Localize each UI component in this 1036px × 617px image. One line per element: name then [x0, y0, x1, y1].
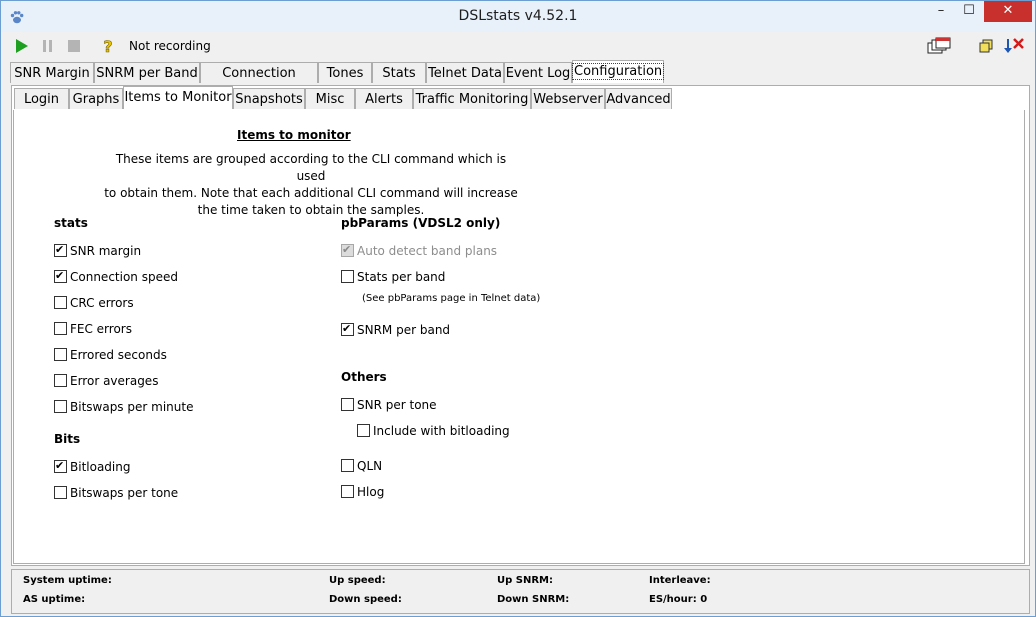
down-speed-label: Down speed: — [329, 594, 402, 605]
maximize-button[interactable]: ☐ — [955, 1, 983, 22]
window-title: DSLstats v4.52.1 — [458, 8, 578, 24]
close-icon: ✕ — [1002, 3, 1014, 18]
subtab-advanced[interactable]: Advanced — [605, 88, 672, 109]
toolbar: ? Not recording — [1, 32, 1035, 60]
subtab-graphs[interactable]: Graphs — [69, 88, 123, 109]
bits-group-title: Bits — [54, 432, 81, 446]
exit-icon[interactable] — [1003, 37, 1025, 55]
subtab-misc[interactable]: Misc — [305, 88, 355, 109]
maximize-icon: ☐ — [963, 3, 975, 18]
play-icon[interactable] — [13, 37, 31, 55]
pbparams-group-title: pbParams (VDSL2 only) — [341, 216, 501, 230]
up-speed-label: Up speed: — [329, 575, 386, 586]
subtab-snapshots[interactable]: Snapshots — [233, 88, 305, 109]
recording-status: Not recording — [129, 39, 211, 53]
subtab-login[interactable]: Login — [14, 88, 69, 109]
system-uptime-label: System uptime: — [23, 575, 112, 586]
tab-tones[interactable]: Tones — [318, 62, 372, 83]
subtab-webserver[interactable]: Webserver — [531, 88, 605, 109]
tab-event-log[interactable]: Event Log — [504, 62, 572, 83]
section-heading: Items to monitor — [237, 128, 351, 142]
tab-snrm-per-band[interactable]: SNRM per Band — [94, 62, 200, 83]
minimize-button[interactable]: – — [927, 1, 955, 22]
es-hour-label: ES/hour: 0 — [649, 594, 708, 605]
pause-icon[interactable] — [39, 37, 57, 55]
tab-configuration[interactable]: Configuration — [571, 60, 665, 83]
windows-icon[interactable] — [927, 37, 951, 55]
as-uptime-label: AS uptime: — [23, 594, 86, 605]
description-text: These items are grouped according to the… — [104, 152, 518, 217]
interleave-label: Interleave: — [649, 575, 711, 586]
restore-icon[interactable] — [977, 37, 995, 55]
down-snrm-label: Down SNRM: — [497, 594, 570, 605]
subtab-items-to-monitor[interactable]: Items to Monitor — [123, 86, 233, 109]
tab-stats[interactable]: Stats — [372, 62, 426, 83]
help-icon[interactable]: ? — [99, 37, 117, 55]
tab-snr-margin[interactable]: SNR Margin — [10, 62, 94, 83]
svg-text:?: ? — [103, 37, 112, 55]
title-bar: DSLstats v4.52.1 – ☐ ✕ — [1, 1, 1035, 32]
close-button[interactable]: ✕ — [984, 1, 1032, 22]
app-window: DSLstats v4.52.1 – ☐ ✕ ? Not recording S… — [0, 0, 1036, 617]
pbparams-note: (See pbParams page in Telnet data) — [362, 293, 541, 304]
subtab-alerts[interactable]: Alerts — [355, 88, 413, 109]
up-snrm-label: Up SNRM: — [497, 575, 553, 586]
stats-group-title: stats — [54, 216, 88, 230]
tab-telnet-data[interactable]: Telnet Data — [426, 62, 504, 83]
stop-icon[interactable] — [65, 37, 83, 55]
tab-connection-speed[interactable]: Connection Speed — [200, 62, 318, 102]
subtab-traffic-monitoring[interactable]: Traffic Monitoring — [413, 88, 531, 109]
minimize-icon: – — [937, 3, 945, 18]
others-group-title: Others — [341, 370, 387, 384]
